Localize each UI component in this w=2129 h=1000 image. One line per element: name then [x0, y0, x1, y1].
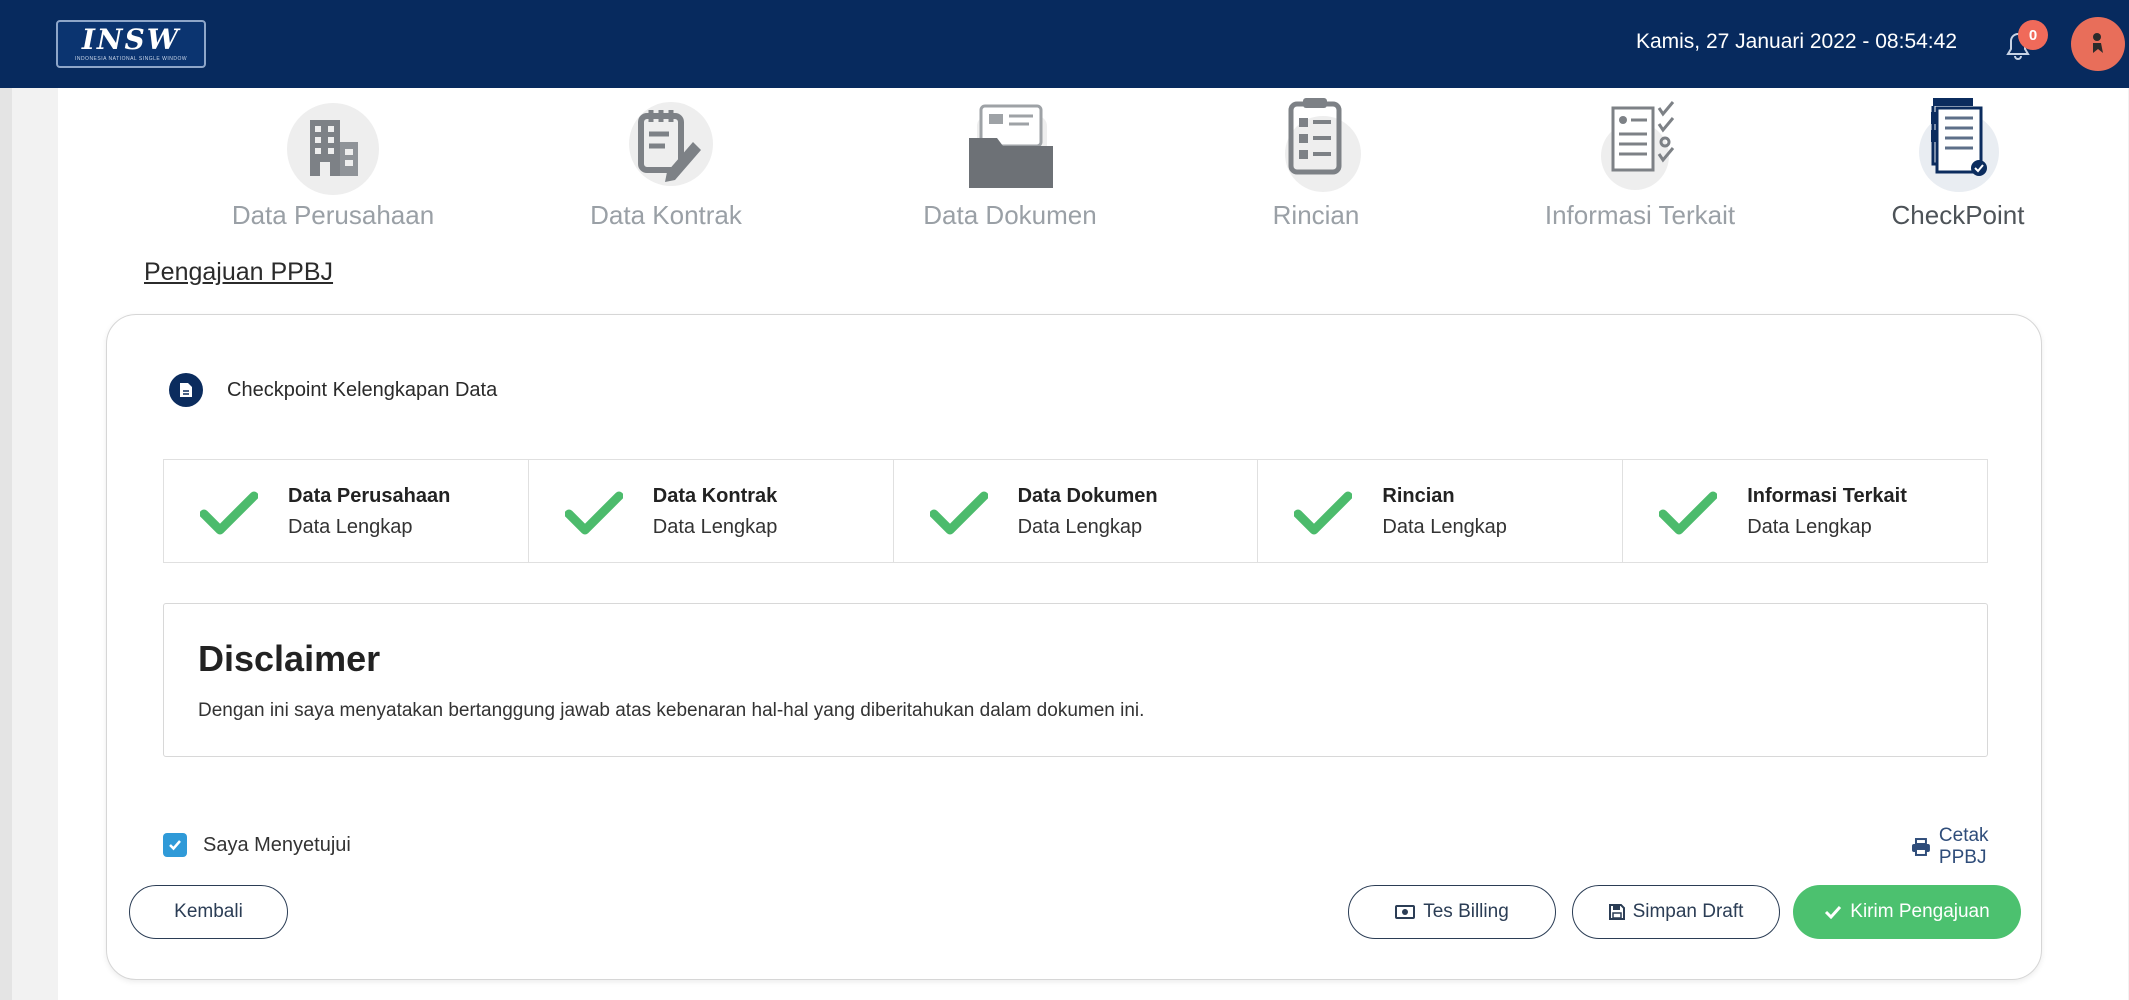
- checkpoint-item-data-perusahaan: Data Perusahaan Data Lengkap: [164, 460, 529, 562]
- checkpoint-item-name: Data Dokumen: [1017, 485, 1158, 507]
- document-checklist-icon: [1601, 101, 1675, 190]
- step-rincian[interactable]: Rincian: [1176, 88, 1456, 238]
- back-button[interactable]: Kembali: [129, 885, 288, 939]
- agreement-checkbox-row[interactable]: Saya Menyetujui: [163, 833, 351, 857]
- page-title: Pengajuan PPBJ: [144, 258, 334, 286]
- checkpoint-item-data-kontrak: Data Kontrak Data Lengkap: [529, 460, 894, 562]
- building-icon: [287, 103, 379, 195]
- agree-label: Saya Menyetujui: [203, 833, 351, 856]
- print-ppbj-link[interactable]: Cetak PPBJ: [1911, 825, 2041, 869]
- checkmark-icon: [564, 491, 623, 535]
- step-data-dokumen[interactable]: Data Dokumen: [870, 88, 1150, 238]
- step-informasi-terkait[interactable]: Informasi Terkait: [1500, 88, 1780, 238]
- step-label: CheckPoint: [1891, 200, 2025, 230]
- agree-checkbox[interactable]: [163, 833, 187, 857]
- checkpoint-item-status: Data Lengkap: [652, 516, 778, 538]
- checkpoint-item-informasi-terkait: Informasi Terkait Data Lengkap: [1623, 460, 1987, 562]
- checkpoint-item-status: Data Lengkap: [1747, 516, 1872, 538]
- save-disk-icon: [1608, 904, 1625, 920]
- left-edge-strip: [0, 88, 12, 1000]
- printer-icon: [1911, 838, 1930, 856]
- step-label: Rincian: [1272, 200, 1360, 230]
- submit-button[interactable]: Kirim Pengajuan: [1793, 885, 2021, 939]
- submit-label: Kirim Pengajuan: [1850, 901, 1990, 922]
- folder-icon: [969, 104, 1053, 188]
- step-data-kontrak[interactable]: Data Kontrak: [526, 88, 806, 238]
- checkpoint-item-status: Data Lengkap: [288, 516, 413, 538]
- disclaimer-box: Disclaimer Dengan ini saya menyatakan be…: [163, 603, 1988, 757]
- checkpoint-status-row: Data Perusahaan Data Lengkap Data Kontra…: [163, 459, 1988, 563]
- notification-count-badge: 0: [2018, 20, 2048, 50]
- step-label: Data Dokumen: [923, 200, 1097, 230]
- step-label: Data Perusahaan: [231, 200, 435, 230]
- user-figure-icon: [2093, 33, 2103, 53]
- checkpoint-document-icon: [1919, 98, 1999, 192]
- disclaimer-text: Dengan ini saya menyatakan bertanggung j…: [198, 700, 1145, 721]
- checkpoint-item-rincian: Rincian Data Lengkap: [1258, 460, 1624, 562]
- disclaimer-title: Disclaimer: [198, 638, 381, 679]
- main-content: Data Perusahaan Data Kontrak Data Dokume…: [58, 88, 2128, 1000]
- checkmark-icon: [929, 491, 988, 535]
- money-bill-icon: [1395, 905, 1416, 919]
- test-billing-button[interactable]: Tes Billing: [1348, 885, 1556, 939]
- logo-subtext: INDONESIA NATIONAL SINGLE WINDOW: [74, 56, 188, 62]
- contract-edit-icon: [629, 102, 713, 186]
- checkpoint-title: Checkpoint Kelengkapan Data: [227, 378, 498, 401]
- clipboard-list-icon: [1285, 98, 1361, 192]
- document-icon: [169, 373, 203, 407]
- step-checkpoint[interactable]: CheckPoint: [1818, 88, 2098, 238]
- top-navbar: INSW INDONESIA NATIONAL SINGLE WINDOW Ka…: [0, 0, 2129, 88]
- checkmark-icon: [1294, 491, 1353, 535]
- checkpoint-card: Checkpoint Kelengkapan Data Data Perusah…: [106, 314, 2042, 980]
- step-data-perusahaan[interactable]: Data Perusahaan: [193, 88, 473, 238]
- save-draft-label: Simpan Draft: [1632, 901, 1744, 922]
- check-icon: [1825, 905, 1842, 919]
- checkpoint-item-status: Data Lengkap: [1017, 516, 1143, 538]
- insw-logo[interactable]: INSW INDONESIA NATIONAL SINGLE WINDOW: [56, 20, 206, 68]
- step-label: Data Kontrak: [590, 200, 742, 230]
- print-label: Cetak PPBJ: [1938, 825, 1989, 868]
- checkpoint-item-name: Rincian: [1382, 485, 1455, 507]
- current-datetime: Kamis, 27 Januari 2022 - 08:54:42: [1635, 30, 1957, 53]
- checkpoint-item-name: Data Perusahaan: [288, 485, 451, 507]
- checkmark-icon: [200, 491, 258, 535]
- back-label: Kembali: [174, 901, 243, 922]
- test-billing-label: Tes Billing: [1423, 901, 1509, 922]
- logo-text: INSW: [81, 23, 181, 56]
- checkpoint-item-data-dokumen: Data Dokumen Data Lengkap: [894, 460, 1259, 562]
- check-icon: [169, 840, 181, 851]
- checkpoint-item-name: Informasi Terkait: [1747, 485, 1907, 507]
- user-avatar[interactable]: [2071, 17, 2125, 71]
- checkpoint-item-name: Data Kontrak: [652, 485, 778, 507]
- step-label: Informasi Terkait: [1544, 200, 1736, 230]
- checkmark-icon: [1659, 491, 1718, 535]
- progress-stepper: Data Perusahaan Data Kontrak Data Dokume…: [58, 88, 2128, 238]
- card-header: Checkpoint Kelengkapan Data: [169, 373, 497, 407]
- checkpoint-item-status: Data Lengkap: [1382, 516, 1507, 538]
- save-draft-button[interactable]: Simpan Draft: [1572, 885, 1780, 939]
